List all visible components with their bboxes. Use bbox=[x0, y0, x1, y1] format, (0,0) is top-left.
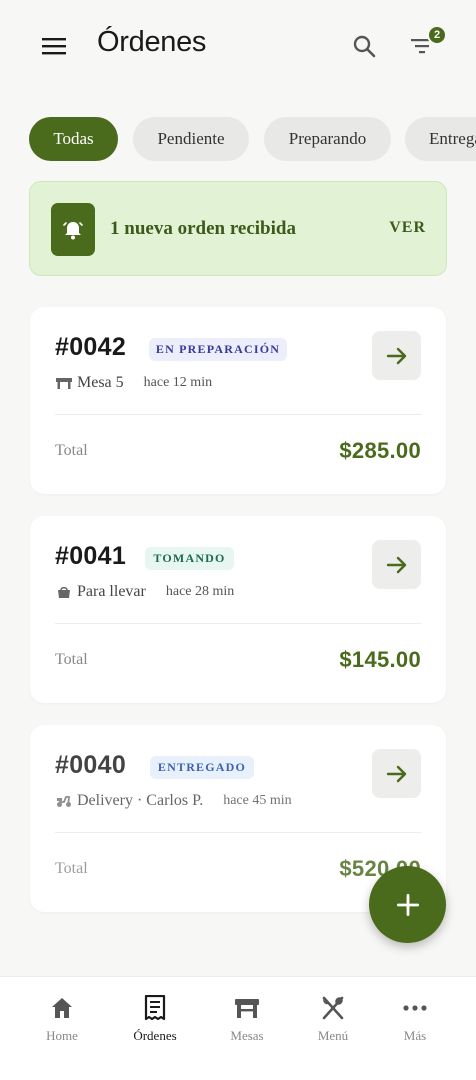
total-label: Total bbox=[55, 442, 88, 459]
nav-item-mesas[interactable]: Mesas bbox=[202, 995, 292, 1051]
bell-alert-icon bbox=[63, 221, 83, 239]
nav-label: Órdenes bbox=[133, 1028, 177, 1043]
order-total: $285.00 bbox=[339, 438, 421, 463]
more-icon bbox=[402, 995, 428, 1021]
scooter-icon bbox=[56, 793, 72, 809]
status-badge: EN PREPARACIÓN bbox=[149, 338, 287, 361]
total-label: Total bbox=[55, 860, 88, 877]
search-icon bbox=[353, 35, 376, 58]
chip-todas[interactable]: Todas bbox=[29, 117, 118, 161]
order-number: #0041 bbox=[55, 542, 127, 570]
arrow-right-icon bbox=[386, 765, 406, 782]
arrow-right-icon bbox=[386, 556, 406, 573]
order-total: $145.00 bbox=[339, 647, 421, 672]
open-order-button[interactable] bbox=[372, 749, 421, 798]
order-elapsed-time: hace 28 min bbox=[165, 584, 235, 599]
card-divider bbox=[55, 414, 421, 415]
page-title: Órdenes bbox=[97, 26, 207, 58]
chip-preparando[interactable]: Preparando bbox=[264, 117, 391, 161]
nav-label: Mesas bbox=[230, 1028, 264, 1043]
table-icon bbox=[234, 995, 260, 1021]
order-card[interactable]: #0041 TOMANDO Para llevar hace 28 min To… bbox=[30, 516, 446, 703]
bottom-navigation: Home Órdenes Mesas Menú Más bbox=[0, 976, 476, 1080]
status-badge: ENTREGADO bbox=[150, 756, 254, 779]
status-badge: TOMANDO bbox=[145, 547, 234, 570]
app-header: Órdenes 2 bbox=[0, 0, 476, 92]
nav-item-menu[interactable]: Menú bbox=[288, 995, 378, 1051]
arrow-right-icon bbox=[386, 347, 406, 364]
home-icon bbox=[49, 995, 75, 1021]
order-number: #0042 bbox=[55, 333, 127, 361]
nav-label: Más bbox=[403, 1028, 427, 1043]
notice-message: 1 nueva orden recibida bbox=[110, 218, 296, 239]
takeaway-bag-icon bbox=[56, 584, 72, 600]
hamburger-menu-icon bbox=[42, 38, 66, 55]
plus-icon bbox=[396, 893, 419, 916]
card-divider bbox=[55, 832, 421, 833]
order-number: #0040 bbox=[55, 751, 127, 779]
order-elapsed-time: hace 45 min bbox=[223, 793, 292, 808]
menu-button[interactable] bbox=[38, 30, 70, 62]
utensils-icon bbox=[320, 995, 346, 1021]
total-label: Total bbox=[55, 651, 88, 668]
filter-count-badge: 2 bbox=[427, 25, 447, 45]
nav-label: Menú bbox=[317, 1028, 349, 1043]
order-elapsed-time: hace 12 min bbox=[143, 375, 213, 390]
open-order-button[interactable] bbox=[372, 540, 421, 589]
card-divider bbox=[55, 623, 421, 624]
new-order-notice: 1 nueva orden recibida VER bbox=[29, 181, 447, 276]
order-meta: Para llevar hace 28 min bbox=[56, 581, 234, 603]
add-order-button[interactable] bbox=[369, 866, 446, 943]
nav-item-ordenes[interactable]: Órdenes bbox=[110, 995, 200, 1051]
order-location: Para llevar bbox=[77, 583, 146, 600]
chip-pendiente[interactable]: Pendiente bbox=[133, 117, 249, 161]
nav-item-mas[interactable]: Más bbox=[370, 995, 460, 1051]
order-location: Mesa 5 bbox=[77, 374, 124, 391]
order-meta: Mesa 5 hace 12 min bbox=[56, 372, 212, 394]
order-meta: Delivery · Carlos P. hace 45 min bbox=[56, 790, 292, 812]
order-card[interactable]: #0042 EN PREPARACIÓN Mesa 5 hace 12 min … bbox=[30, 307, 446, 494]
nav-item-home[interactable]: Home bbox=[17, 995, 107, 1051]
chip-entregado[interactable]: Entregado bbox=[405, 117, 476, 161]
open-order-button[interactable] bbox=[372, 331, 421, 380]
table-icon bbox=[56, 375, 72, 391]
status-filter-chips: Todas Pendiente Preparando Entregado bbox=[0, 117, 476, 161]
notice-view-button[interactable]: VER bbox=[389, 219, 426, 237]
search-button[interactable] bbox=[348, 30, 380, 62]
notice-icon-box bbox=[51, 203, 95, 256]
order-location: Delivery · Carlos P. bbox=[77, 792, 204, 809]
receipt-icon bbox=[142, 995, 168, 1021]
filter-button[interactable]: 2 bbox=[406, 25, 447, 62]
nav-label: Home bbox=[46, 1028, 78, 1043]
